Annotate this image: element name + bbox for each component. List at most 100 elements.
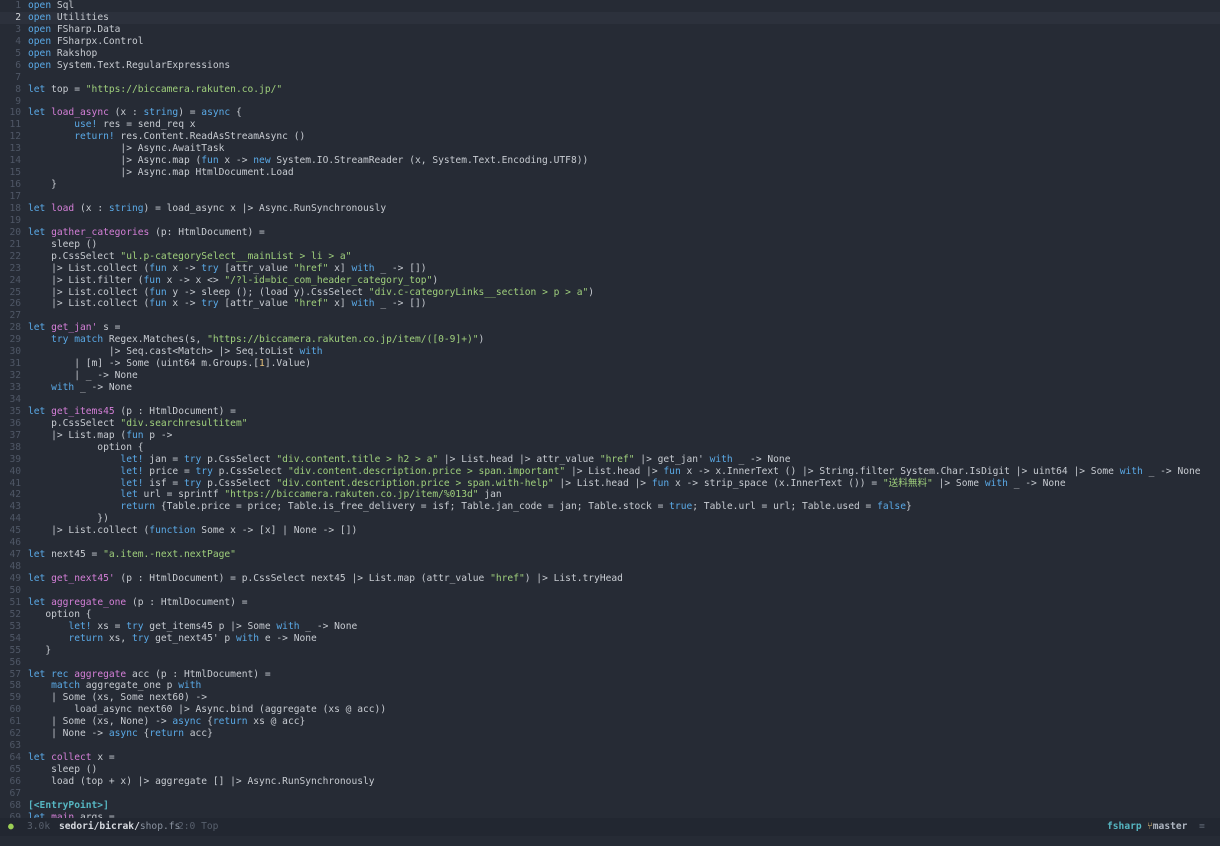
code-line[interactable]: 13 |> Async.AwaitTask (0, 143, 1220, 155)
echo-area[interactable] (0, 836, 1220, 846)
line-number: 35 (9, 405, 21, 417)
code-line[interactable]: 32 | _ -> None (0, 370, 1220, 382)
code-line[interactable]: 43 return {Table.price = price; Table.is… (0, 501, 1220, 513)
code-line[interactable]: 63 (0, 740, 1220, 752)
code-line[interactable]: 42 let url = sprintf "https://biccamera.… (0, 489, 1220, 501)
line-number: 44 (9, 513, 21, 525)
line-number: 4 (15, 35, 21, 47)
code-line[interactable]: 10 let load_async (x : string) = async { (0, 107, 1220, 119)
code-line[interactable]: 18 let load (x : string) = load_async x |… (0, 203, 1220, 215)
file-path[interactable]: sedori/bicrak/shop.fs (59, 818, 180, 836)
code-line[interactable]: 57 let rec aggregate acc (p : HtmlDocumen… (0, 669, 1220, 681)
code-line[interactable]: 33 with _ -> None (0, 382, 1220, 394)
code-line[interactable]: 2 open Utilities (0, 11, 1220, 24)
code-line[interactable]: 36 p.CssSelect "div.searchresultitem" (0, 418, 1220, 430)
code-line[interactable]: 21 sleep () (0, 239, 1220, 251)
code-token: fun (149, 286, 167, 298)
code-line[interactable]: 19 (0, 215, 1220, 227)
line-number: 51 (9, 596, 21, 608)
code-token: ) |> List.tryHead (524, 573, 623, 584)
code-line[interactable]: 67 (0, 788, 1220, 800)
code-line[interactable]: 60 load_async next60 |> Async.bind (aggr… (0, 704, 1220, 716)
code-line[interactable]: 17 (0, 191, 1220, 203)
code-line[interactable]: 1 open Sql (0, 0, 1220, 12)
code-line[interactable]: 30 |> Seq.cast<Match> |> Seq.toList with (0, 346, 1220, 358)
code-line[interactable]: 4 open FSharpx.Control (0, 36, 1220, 48)
code-token: "https://biccamera.rakuten.co.jp/" (85, 83, 283, 95)
code-line[interactable]: 15 |> Async.map HtmlDocument.Load (0, 167, 1220, 179)
code-line[interactable]: 50 (0, 585, 1220, 597)
code-line[interactable]: 34 (0, 394, 1220, 406)
code-line[interactable]: 62 | None -> async {return acc} (0, 728, 1220, 740)
code-line[interactable]: 65 sleep () (0, 764, 1220, 776)
code-line[interactable]: 64 let collect x = (0, 752, 1220, 764)
code-line[interactable]: 68 [<EntryPoint>] (0, 800, 1220, 812)
code-token: | [m] -> Some (uint64 m.Groups.[ (28, 358, 260, 370)
code-line[interactable]: 54 return xs, try get_next45' p with e -… (0, 633, 1220, 645)
code-line[interactable]: 20 let gather_categories (p: HtmlDocument… (0, 227, 1220, 239)
code-line[interactable]: 8 let top = "https://biccamera.rakuten.co… (0, 84, 1220, 96)
code-line[interactable]: 35 let get_items45 (p : HtmlDocument) = (0, 406, 1220, 418)
code-line[interactable]: 51 let aggregate_one (p : HtmlDocument) = (0, 597, 1220, 609)
code-text: let! isf = try p.CssSelect "div.content.… (28, 478, 1065, 490)
code-line[interactable]: 61 | Some (xs, None) -> async {return xs… (0, 716, 1220, 728)
code-line[interactable]: 56 (0, 657, 1220, 669)
code-line[interactable]: 5 open Rakshop (0, 48, 1220, 60)
code-line[interactable]: 59 | Some (xs, Some next60) -> (0, 692, 1220, 704)
code-line[interactable]: 37 |> List.map (fun p -> (0, 430, 1220, 442)
vcs-branch[interactable]: ⑂master (1147, 818, 1187, 836)
code-line[interactable]: 27 (0, 310, 1220, 322)
code-line[interactable]: 14 |> Async.map (fun x -> new System.IO.… (0, 155, 1220, 167)
code-line[interactable]: 25 |> List.collect (fun y -> sleep (); (… (0, 287, 1220, 299)
code-line[interactable]: 40 let! price = try p.CssSelect "div.con… (0, 466, 1220, 478)
code-line[interactable]: 45 |> List.collect (function Some x -> [… (0, 525, 1220, 537)
code-line[interactable]: 47 let next45 = "a.item.-next.nextPage" (0, 549, 1220, 561)
line-number: 23 (9, 262, 21, 274)
code-token: new (253, 155, 271, 167)
modified-indicator-icon: ● (8, 821, 14, 832)
code-line[interactable]: 58 match aggregate_one p with (0, 680, 1220, 692)
code-token: {Table.price = price; Table.is_free_deli… (155, 501, 670, 513)
code-line[interactable]: 55 } (0, 645, 1220, 657)
code-token: | _ -> None (28, 370, 138, 382)
code-line[interactable]: 52 option { (0, 609, 1220, 621)
code-line[interactable]: 3 open FSharp.Data (0, 24, 1220, 36)
code-line[interactable]: 46 (0, 537, 1220, 549)
code-text: load_async next60 |> Async.bind (aggrega… (28, 704, 386, 716)
code-line[interactable]: 53 let! xs = try get_items45 p |> Some w… (0, 621, 1220, 633)
code-line[interactable]: 49 let get_next45' (p : HtmlDocument) = p… (0, 573, 1220, 585)
code-line[interactable]: 9 (0, 96, 1220, 108)
code-line[interactable]: 7 (0, 72, 1220, 84)
code-line[interactable]: 26 |> List.collect (fun x -> try [attr_v… (0, 298, 1220, 310)
code-line[interactable]: 41 let! isf = try p.CssSelect "div.conte… (0, 478, 1220, 490)
code-line[interactable]: 44 }) (0, 513, 1220, 525)
major-mode[interactable]: fsharp (1107, 818, 1142, 836)
code-token: "div.content.title > h2 > a" (276, 453, 439, 465)
code-line[interactable]: 12 return! res.Content.ReadAsStreamAsync… (0, 131, 1220, 143)
code-line[interactable]: 24 |> List.filter (fun x -> x <> "/?l-id… (0, 275, 1220, 287)
code-token: res = send_req x (97, 119, 196, 131)
code-text: |> List.map (fun p -> (28, 430, 172, 442)
code-line[interactable]: 16 } (0, 179, 1220, 191)
code-token: { (201, 716, 213, 728)
code-line[interactable]: 66 load (top + x) |> aggregate [] |> Asy… (0, 776, 1220, 788)
code-line[interactable]: 38 option { (0, 442, 1220, 454)
code-line[interactable]: 29 try match Regex.Matches(s, "https://b… (0, 334, 1220, 346)
code-line[interactable]: 6 open System.Text.RegularExpressions (0, 60, 1220, 72)
menu-icon[interactable]: ≡ (1199, 818, 1205, 836)
code-line[interactable]: 31 | [m] -> Some (uint64 m.Groups.[1].Va… (0, 358, 1220, 370)
code-line[interactable]: 22 p.CssSelect "ul.p-categorySelect__mai… (0, 251, 1220, 263)
code-line[interactable]: 28 let get_jan' s = (0, 322, 1220, 334)
code-editor[interactable]: 1 open Sql 2 open Utilities 3 open FSharp.Dat… (0, 0, 1220, 818)
code-token: with (178, 680, 202, 692)
code-line[interactable]: 39 let! jan = try p.CssSelect "div.conte… (0, 454, 1220, 466)
code-line[interactable]: 23 |> List.collect (fun x -> try [attr_v… (0, 263, 1220, 275)
code-token: (p : HtmlDocument) = p.CssSelect next45 … (114, 573, 491, 584)
code-token: s = (97, 322, 121, 334)
code-token: try (195, 465, 213, 477)
code-line[interactable]: 11 use! res = send_req x (0, 119, 1220, 131)
code-line[interactable]: 48 (0, 561, 1220, 573)
